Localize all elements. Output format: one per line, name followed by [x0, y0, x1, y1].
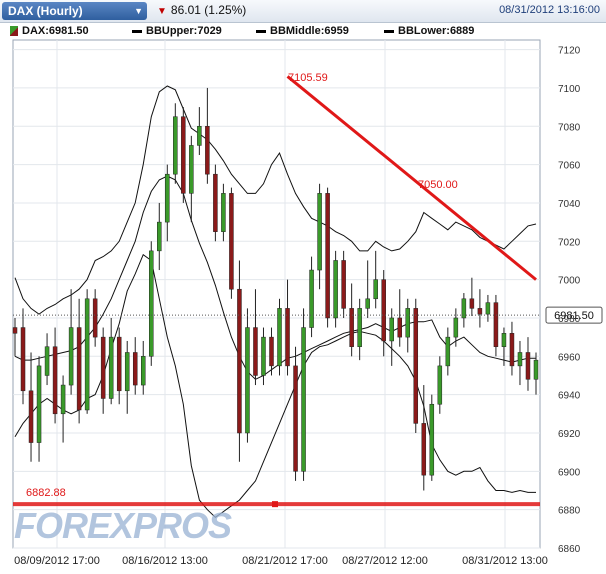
candle-body — [357, 308, 362, 347]
candle-body — [68, 327, 74, 386]
candle-body — [221, 193, 226, 232]
candle-body — [189, 145, 194, 194]
y-axis: 6860 6880 6900 6920 6940 6960 6980 7000 7020 7040… — [558, 46, 581, 555]
candle-body — [197, 126, 202, 146]
candle-body — [413, 308, 419, 424]
candle-body — [60, 384, 66, 415]
candle-body — [421, 423, 427, 476]
candle-body — [325, 193, 330, 319]
y-tick-label: 7060 — [558, 161, 581, 172]
x-tick-label: 08/27/2012 12:00 — [342, 555, 428, 567]
candle-body — [453, 317, 459, 338]
x-tick-label: 08/21/2012 17:00 — [242, 555, 328, 567]
x-tick-label: 08/31/2012 13:00 — [462, 555, 548, 567]
candle-body — [205, 126, 210, 175]
candle-body — [365, 298, 370, 309]
candle-body — [253, 327, 258, 376]
y-tick-label: 6860 — [558, 544, 581, 555]
candle-body — [509, 333, 515, 367]
candle-body — [397, 317, 402, 338]
y-tick-label: 6960 — [558, 352, 581, 363]
candle-body — [301, 327, 306, 472]
y-tick-label: 7080 — [558, 122, 581, 133]
candle-body — [36, 365, 42, 443]
candle-body — [173, 116, 178, 175]
candle-body — [477, 308, 483, 315]
annotation-label: 7050.00 — [418, 179, 458, 191]
y-tick-label: 7000 — [558, 276, 581, 287]
support-handle — [272, 501, 278, 508]
candle-body — [517, 352, 523, 367]
candle-body — [469, 298, 475, 309]
candle-body — [381, 279, 386, 342]
candle-body — [52, 346, 58, 415]
y-tick-label: 6980 — [558, 314, 581, 325]
candle-body — [277, 308, 282, 367]
candle-body — [100, 336, 106, 399]
candle-body — [309, 269, 314, 328]
candle-body — [181, 116, 186, 194]
candle-body — [269, 336, 274, 367]
candle-body — [261, 336, 266, 376]
y-tick-label: 6940 — [558, 391, 581, 402]
watermark-logo: FOREXPROS — [14, 505, 232, 546]
candle-body — [405, 308, 411, 338]
candle-body — [116, 336, 122, 392]
candle-body — [213, 173, 218, 232]
candle-body — [92, 298, 98, 338]
candle-body — [437, 365, 443, 405]
candle-body — [429, 403, 435, 476]
x-axis: 08/09/2012 17:00 08/16/2012 13:00 08/21/20… — [14, 555, 548, 567]
candle-body — [293, 365, 298, 472]
x-tick-label: 08/09/2012 17:00 — [14, 555, 100, 567]
y-tick-label: 7120 — [558, 46, 581, 57]
candle-body — [149, 250, 154, 357]
candle-body — [245, 327, 250, 434]
candle-body — [108, 336, 114, 399]
candle-body — [493, 302, 499, 347]
candle-body — [28, 390, 34, 443]
candle-body — [349, 308, 354, 347]
candle-body — [333, 260, 338, 319]
candle-body — [373, 279, 378, 300]
candle-body — [157, 221, 162, 252]
y-tick-label: 7020 — [558, 237, 581, 248]
candle-body — [44, 346, 50, 376]
y-tick-label: 6900 — [558, 467, 581, 478]
candle-body — [132, 352, 138, 386]
candle-body — [317, 193, 322, 271]
candle-body — [229, 193, 234, 290]
candle-body — [124, 352, 130, 392]
x-tick-label: 08/16/2012 13:00 — [122, 555, 208, 567]
candle-body — [76, 327, 82, 411]
candle-body — [525, 352, 531, 380]
candle-body — [501, 333, 507, 347]
candle-body — [237, 288, 242, 434]
candle-body — [140, 356, 146, 386]
y-tick-label: 6880 — [558, 506, 581, 517]
y-tick-label: 7040 — [558, 199, 581, 210]
price-chart[interactable]: 7105.597050.006882.886981.50 68606880690… — [0, 0, 606, 574]
annotation-label: 6882.88 — [26, 487, 66, 499]
candle-body — [533, 359, 539, 380]
candle-body — [389, 317, 394, 342]
annotation-label: 7105.59 — [288, 72, 328, 84]
candle-body — [165, 173, 170, 223]
y-tick-label: 6920 — [558, 429, 581, 440]
candle-body — [20, 327, 26, 392]
candle-body — [445, 336, 451, 367]
candle-body — [485, 302, 491, 315]
y-tick-label: 7100 — [558, 84, 581, 95]
candle-body — [285, 308, 290, 367]
candle-body — [12, 327, 18, 334]
candle-body — [341, 260, 346, 309]
